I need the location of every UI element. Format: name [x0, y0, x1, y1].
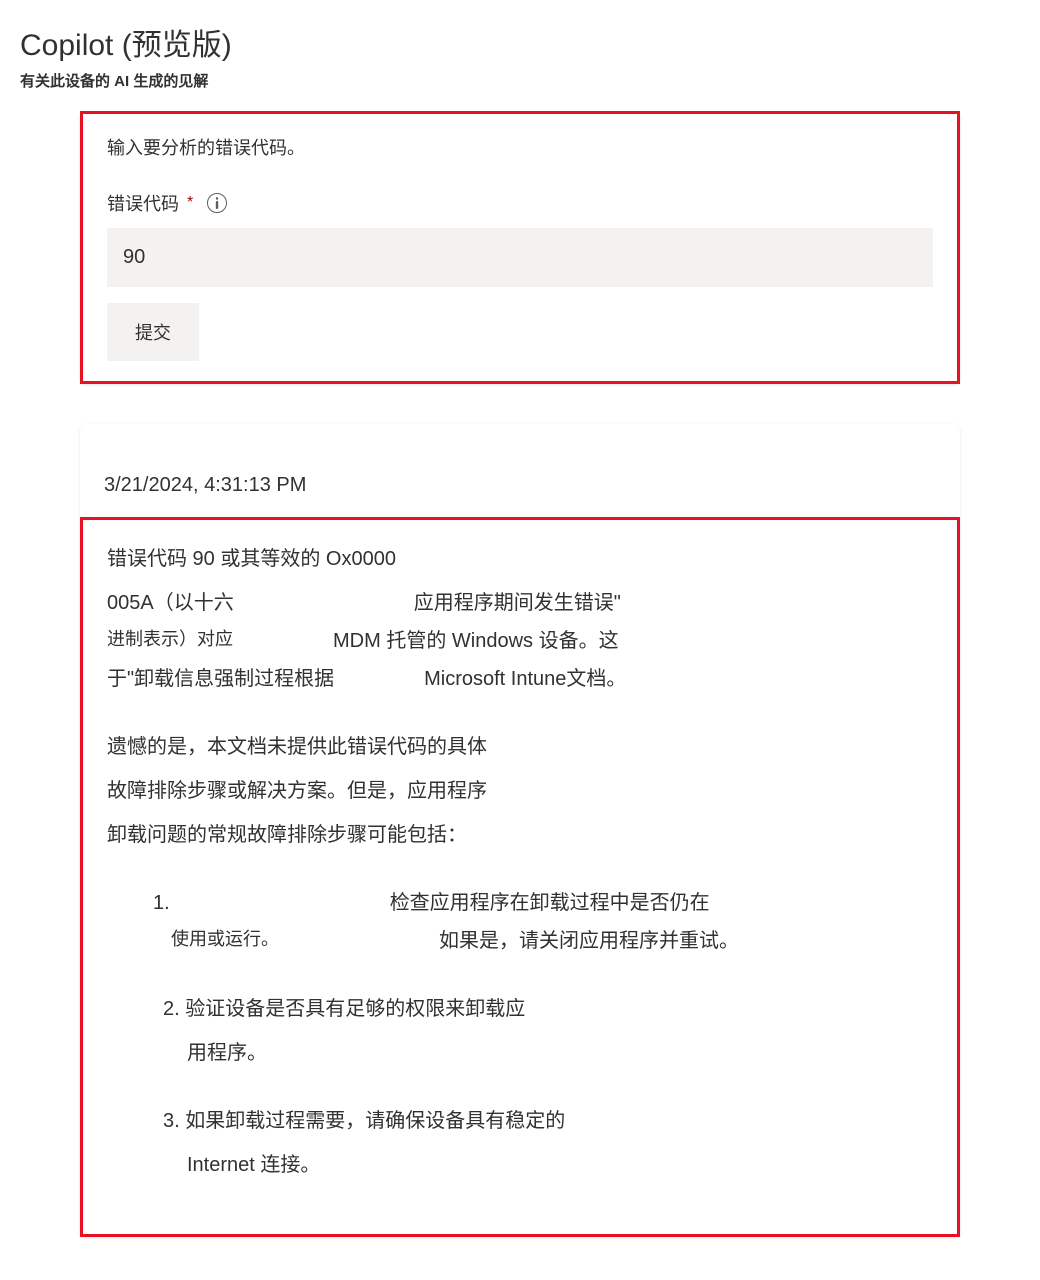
page-header: Copilot (预览版) 有关此设备的 AI 生成的见解 [20, 20, 1020, 91]
response-body: 错误代码 90 或其等效的 Ox0000 005A（以十六 应用程序期间发生错误… [80, 517, 960, 1237]
response-text: 错误代码 90 或其等效的 Ox0000 [107, 540, 933, 578]
page-title: Copilot (预览版) [20, 20, 1020, 64]
error-code-form-card: 输入要分析的错误代码。 错误代码 * 提交 [80, 111, 960, 384]
error-code-input[interactable] [107, 228, 933, 287]
required-asterisk: * [187, 194, 193, 212]
troubleshooting-steps: 1. 检查应用程序在卸载过程中是否仍在 使用或运行。 如果是，请关闭应用程序并重… [107, 884, 933, 1184]
info-icon[interactable] [207, 193, 227, 213]
submit-button[interactable]: 提交 [107, 303, 199, 361]
form-prompt-text: 输入要分析的错误代码。 [107, 134, 933, 160]
step-1: 1. 检查应用程序在卸载过程中是否仍在 使用或运行。 如果是，请关闭应用程序并重… [153, 884, 933, 960]
form-highlight-box: 输入要分析的错误代码。 错误代码 * 提交 [80, 111, 960, 384]
step-2: 2. 验证设备是否具有足够的权限来卸载应 用程序。 [153, 990, 933, 1072]
response-text: 进制表示）对应 MDM 托管的 Windows 设备。这 [107, 622, 933, 660]
error-code-label: 错误代码 [107, 190, 179, 216]
response-paragraph: 遗憾的是，本文档未提供此错误代码的具体 故障排除步骤或解决方案。但是，应用程序 … [107, 728, 933, 854]
response-text: 于"卸载信息强制过程根据 Microsoft Intune文档。 [107, 660, 933, 698]
page-subtitle: 有关此设备的 AI 生成的见解 [20, 70, 1020, 91]
input-label-row: 错误代码 * [107, 190, 933, 216]
step-3: 3. 如果卸载过程需要，请确保设备具有稳定的 Internet 连接。 [153, 1102, 933, 1184]
response-timestamp: 3/21/2024, 4:31:13 PM [80, 474, 960, 517]
response-card: 3/21/2024, 4:31:13 PM 错误代码 90 或其等效的 Ox00… [80, 424, 960, 1237]
response-text: 005A（以十六 应用程序期间发生错误" [107, 584, 933, 622]
